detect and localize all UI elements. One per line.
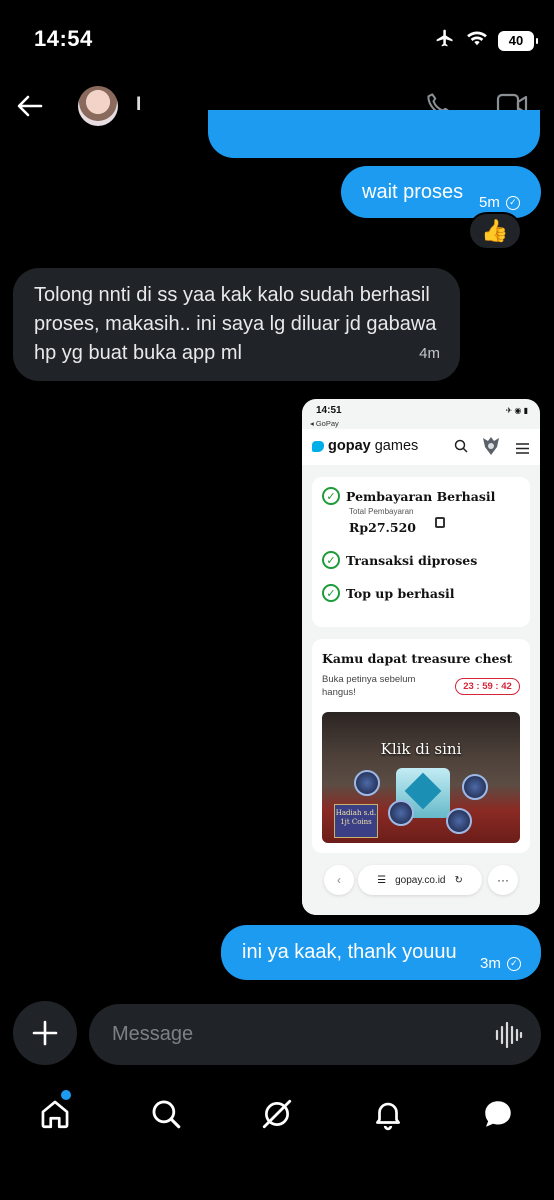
step-transaction-processed: ✓ Transaksi diproses: [322, 551, 477, 569]
attachment-back-label: ◂ GoPay: [310, 419, 339, 428]
voice-message-icon[interactable]: [495, 1020, 523, 1055]
grok-icon: [262, 1099, 292, 1129]
home-icon: [41, 1100, 69, 1129]
browser-toolbar: ‹ ☰ gopay.co.id ↻ ···: [302, 857, 540, 915]
nav-home[interactable]: [35, 1094, 75, 1134]
back-button[interactable]: [14, 88, 46, 124]
message-bubble-icon: [485, 1101, 511, 1127]
bell-icon: [376, 1102, 400, 1131]
url-bar: ☰ gopay.co.id ↻: [358, 865, 482, 895]
game-emblem-icon: [480, 435, 502, 457]
message-time: 3m: [480, 955, 501, 972]
status-time: 14:54: [34, 26, 93, 51]
payment-status-card: ✓ Pembayaran Berhasil Total Pembayaran R…: [312, 477, 530, 627]
nav-messages[interactable]: [478, 1094, 518, 1134]
thumbs-up-emoji: 👍: [481, 218, 509, 243]
step-payment-success: ✓ Pembayaran Berhasil: [322, 487, 495, 505]
message-composer: [89, 1004, 541, 1065]
arrow-left-icon: [17, 95, 43, 117]
page-icon: ☰: [377, 874, 387, 886]
reaction-badge[interactable]: 👍: [468, 212, 522, 250]
contact-name[interactable]: I: [136, 94, 141, 116]
check-circle-icon: ✓: [322, 551, 340, 569]
gopay-navbar: gopay games: [302, 429, 540, 465]
promo-description: Buka petinya sebelum hangus!: [322, 674, 416, 698]
prize-orb-icon: [388, 800, 414, 826]
step-topup-success: ✓ Top up berhasil: [322, 584, 454, 602]
nav-grok[interactable]: [257, 1094, 297, 1134]
total-label: Total Pembayaran: [349, 507, 414, 516]
notification-dot: [61, 1090, 71, 1100]
reload-icon: ↻: [454, 874, 463, 886]
prize-orb-icon: [354, 770, 380, 796]
avatar[interactable]: [78, 86, 118, 126]
check-circle-icon: ✓: [322, 487, 340, 505]
status-bar: 14:54 40: [0, 0, 554, 80]
image-attachment[interactable]: 14:51 ◂ GoPay ✈ ◉ ▮ gopay games ✓ Pembay…: [302, 399, 540, 915]
message-text: Tolong nnti di ss yaa kak kalo sudah ber…: [34, 284, 437, 364]
treasure-chest-card: Kamu dapat treasure chest Buka petinya s…: [312, 639, 530, 853]
message-bubble-outgoing[interactable]: ini ya kaak, thank youuu 3m ✓: [221, 925, 541, 980]
bottom-navigation: [0, 1080, 554, 1200]
airplane-icon: [434, 28, 456, 53]
message-text: ini ya kaak, thank youuu: [242, 941, 457, 963]
banner-cta: Klik di sini: [380, 740, 462, 758]
plus-icon: [32, 1020, 58, 1046]
prize-orb-icon: [462, 774, 488, 800]
prize-banner: Hadiah s.d. 1jt Coins: [334, 804, 378, 838]
copy-icon: [435, 517, 445, 528]
message-input[interactable]: [112, 1004, 482, 1065]
message-time: 4m: [419, 345, 440, 362]
search-icon: [454, 439, 468, 458]
add-attachment-button[interactable]: [13, 1001, 77, 1065]
countdown-timer: 23 : 59 : 42: [455, 678, 520, 695]
check-circle-icon: ✓: [322, 584, 340, 602]
gopay-logo: gopay games: [312, 438, 418, 454]
more-icon: ···: [488, 865, 518, 895]
nav-notifications[interactable]: [368, 1094, 408, 1134]
search-icon: [152, 1100, 181, 1129]
attachment-status-time: 14:51: [316, 405, 342, 416]
battery-icon: 40: [498, 30, 538, 51]
hamburger-menu-icon: [516, 441, 529, 459]
treasure-chest-banner: Klik di sini Hadiah s.d. 1jt Coins: [322, 712, 520, 843]
total-amount: Rp27.520: [349, 520, 416, 535]
read-check-icon: ✓: [505, 195, 520, 210]
wifi-icon: [466, 29, 488, 52]
read-check-icon: ✓: [506, 956, 521, 971]
promo-title: Kamu dapat treasure chest: [322, 651, 513, 666]
nav-explore[interactable]: [146, 1094, 186, 1134]
message-text: wait proses: [362, 181, 464, 203]
attachment-status-icons: ✈ ◉ ▮: [505, 406, 528, 415]
message-bubble-incoming[interactable]: Tolong nnti di ss yaa kak kalo sudah ber…: [13, 268, 460, 381]
gopay-wallet-icon: [312, 440, 324, 452]
prize-orb-icon: [446, 808, 472, 834]
message-bubble-partial: [208, 110, 540, 158]
chevron-left-icon: ‹: [324, 865, 354, 895]
message-bubble-outgoing[interactable]: wait proses 5m ✓: [341, 166, 541, 218]
